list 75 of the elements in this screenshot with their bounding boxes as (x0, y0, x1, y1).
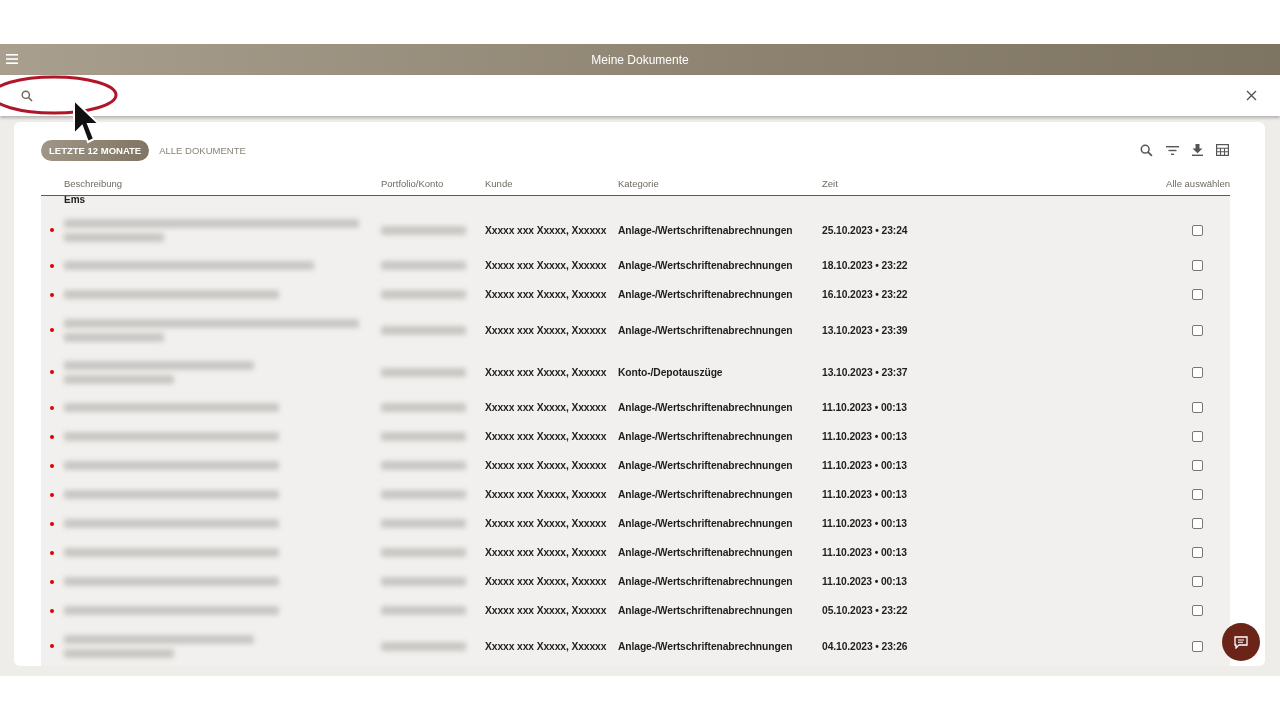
menu-icon[interactable] (6, 54, 18, 64)
customer-cell-text: Xxxxx xxx Xxxxx, Xxxxxx (485, 402, 608, 413)
customer-cell-text: Xxxxx xxx Xxxxx, Xxxxxx (485, 224, 608, 236)
category-cell-text: Anlage-/Wertschriftenabrechnungen (618, 260, 794, 271)
filter-tab[interactable]: LETZTE 12 MONATE (41, 139, 150, 161)
search-icon[interactable] (1140, 143, 1153, 157)
category-cell-text: Anlage-/Wertschriftenabrechnungen (618, 289, 794, 300)
time-cell-text: 11.10.2023 • 00:13 (822, 518, 908, 529)
column-header: Zeit (822, 178, 839, 189)
customer-cell-text: Xxxxx xxx Xxxxx, Xxxxxx (485, 260, 608, 271)
customer-cell-text: Xxxxx xxx Xxxxx, Xxxxxx (485, 460, 608, 471)
customer-cell-text: Xxxxx xxx Xxxxx, Xxxxxx (485, 431, 608, 442)
row-checkbox[interactable] (1191, 489, 1203, 500)
category-cell-text: Anlage-/Wertschriftenabrechnungen (618, 518, 794, 529)
category-cell-text: Anlage-/Wertschriftenabrechnungen (618, 224, 794, 236)
customer-cell-text: Xxxxx xxx Xxxxx, Xxxxxx (485, 324, 608, 336)
close-icon[interactable] (1246, 90, 1257, 101)
customer-cell-text: Xxxxx xxx Xxxxx, Xxxxxx (485, 547, 608, 558)
row-checkbox[interactable] (1191, 224, 1203, 236)
filter-tab[interactable]: ALLE DOKUMENTE (151, 139, 254, 161)
grid-icon[interactable] (1216, 144, 1229, 156)
customer-cell-text: Xxxxx xxx Xxxxx, Xxxxxx (485, 518, 608, 529)
row-checkbox[interactable] (1191, 289, 1203, 300)
group-label: Ems (63, 196, 87, 207)
chat-icon (1234, 635, 1248, 649)
column-header: Kategorie (618, 178, 660, 189)
row-checkbox[interactable] (1191, 324, 1203, 336)
row-checkbox[interactable] (1191, 640, 1203, 652)
time-cell-text: 11.10.2023 • 00:13 (822, 547, 908, 558)
customer-cell-text: Xxxxx xxx Xxxxx, Xxxxxx (485, 366, 608, 378)
row-checkbox[interactable] (1191, 547, 1203, 558)
customer-cell-text: Xxxxx xxx Xxxxx, Xxxxxx (485, 576, 608, 587)
download-icon[interactable] (1192, 144, 1203, 156)
time-cell-text: 13.10.2023 • 23:37 (822, 366, 909, 378)
time-cell-text: 11.10.2023 • 00:13 (822, 489, 908, 500)
column-header: Portfolio/Konto (381, 178, 445, 189)
category-cell-text: Anlage-/Wertschriftenabrechnungen (618, 640, 794, 652)
row-checkbox[interactable] (1191, 460, 1203, 471)
time-cell-text: 13.10.2023 • 23:39 (822, 324, 909, 336)
category-cell-text: Anlage-/Wertschriftenabrechnungen (618, 431, 794, 442)
search-field[interactable] (0, 75, 1280, 116)
select-all-link[interactable]: Alle auswählen (1166, 178, 1230, 189)
category-cell-text: Anlage-/Wertschriftenabrechnungen (618, 605, 794, 616)
page-title: Meine Dokumente (591, 52, 689, 67)
column-header: Kunde (485, 178, 514, 189)
column-header: Beschreibung (64, 178, 124, 189)
category-cell-text: Anlage-/Wertschriftenabrechnungen (618, 460, 794, 471)
time-cell-text: 05.10.2023 • 23:22 (822, 605, 909, 616)
customer-cell-text: Xxxxx xxx Xxxxx, Xxxxxx (485, 289, 608, 300)
filter-icon[interactable] (1166, 145, 1179, 155)
time-cell-text: 04.10.2023 • 23:26 (822, 640, 909, 652)
search-icon (21, 89, 33, 102)
time-cell-text: 11.10.2023 • 00:13 (822, 431, 908, 442)
row-checkbox[interactable] (1191, 518, 1203, 529)
customer-cell-text: Xxxxx xxx Xxxxx, Xxxxxx (485, 640, 608, 652)
time-cell-text: 11.10.2023 • 00:13 (822, 576, 908, 587)
row-checkbox[interactable] (1191, 402, 1203, 413)
customer-cell-text: Xxxxx xxx Xxxxx, Xxxxxx (485, 489, 608, 500)
time-cell-text: 25.10.2023 • 23:24 (822, 224, 909, 236)
row-checkbox[interactable] (1191, 431, 1203, 442)
time-cell-text: 18.10.2023 • 23:22 (822, 260, 909, 271)
customer-cell-text: Xxxxx xxx Xxxxx, Xxxxxx (485, 605, 608, 616)
category-cell-text: Anlage-/Wertschriftenabrechnungen (618, 547, 794, 558)
row-checkbox[interactable] (1191, 576, 1203, 587)
row-checkbox[interactable] (1191, 366, 1203, 378)
category-cell-text: Anlage-/Wertschriftenabrechnungen (618, 576, 794, 587)
category-cell-text: Anlage-/Wertschriftenabrechnungen (618, 402, 794, 413)
row-checkbox[interactable] (1191, 260, 1203, 271)
time-cell-text: 16.10.2023 • 23:22 (822, 289, 909, 300)
category-cell-text: Konto-/Depotauszüge (618, 366, 724, 378)
time-cell-text: 11.10.2023 • 00:13 (822, 460, 908, 471)
time-cell-text: 11.10.2023 • 00:13 (822, 402, 908, 413)
row-checkbox[interactable] (1191, 605, 1203, 616)
category-cell-text: Anlage-/Wertschriftenabrechnungen (618, 489, 794, 500)
category-cell-text: Anlage-/Wertschriftenabrechnungen (618, 324, 794, 336)
